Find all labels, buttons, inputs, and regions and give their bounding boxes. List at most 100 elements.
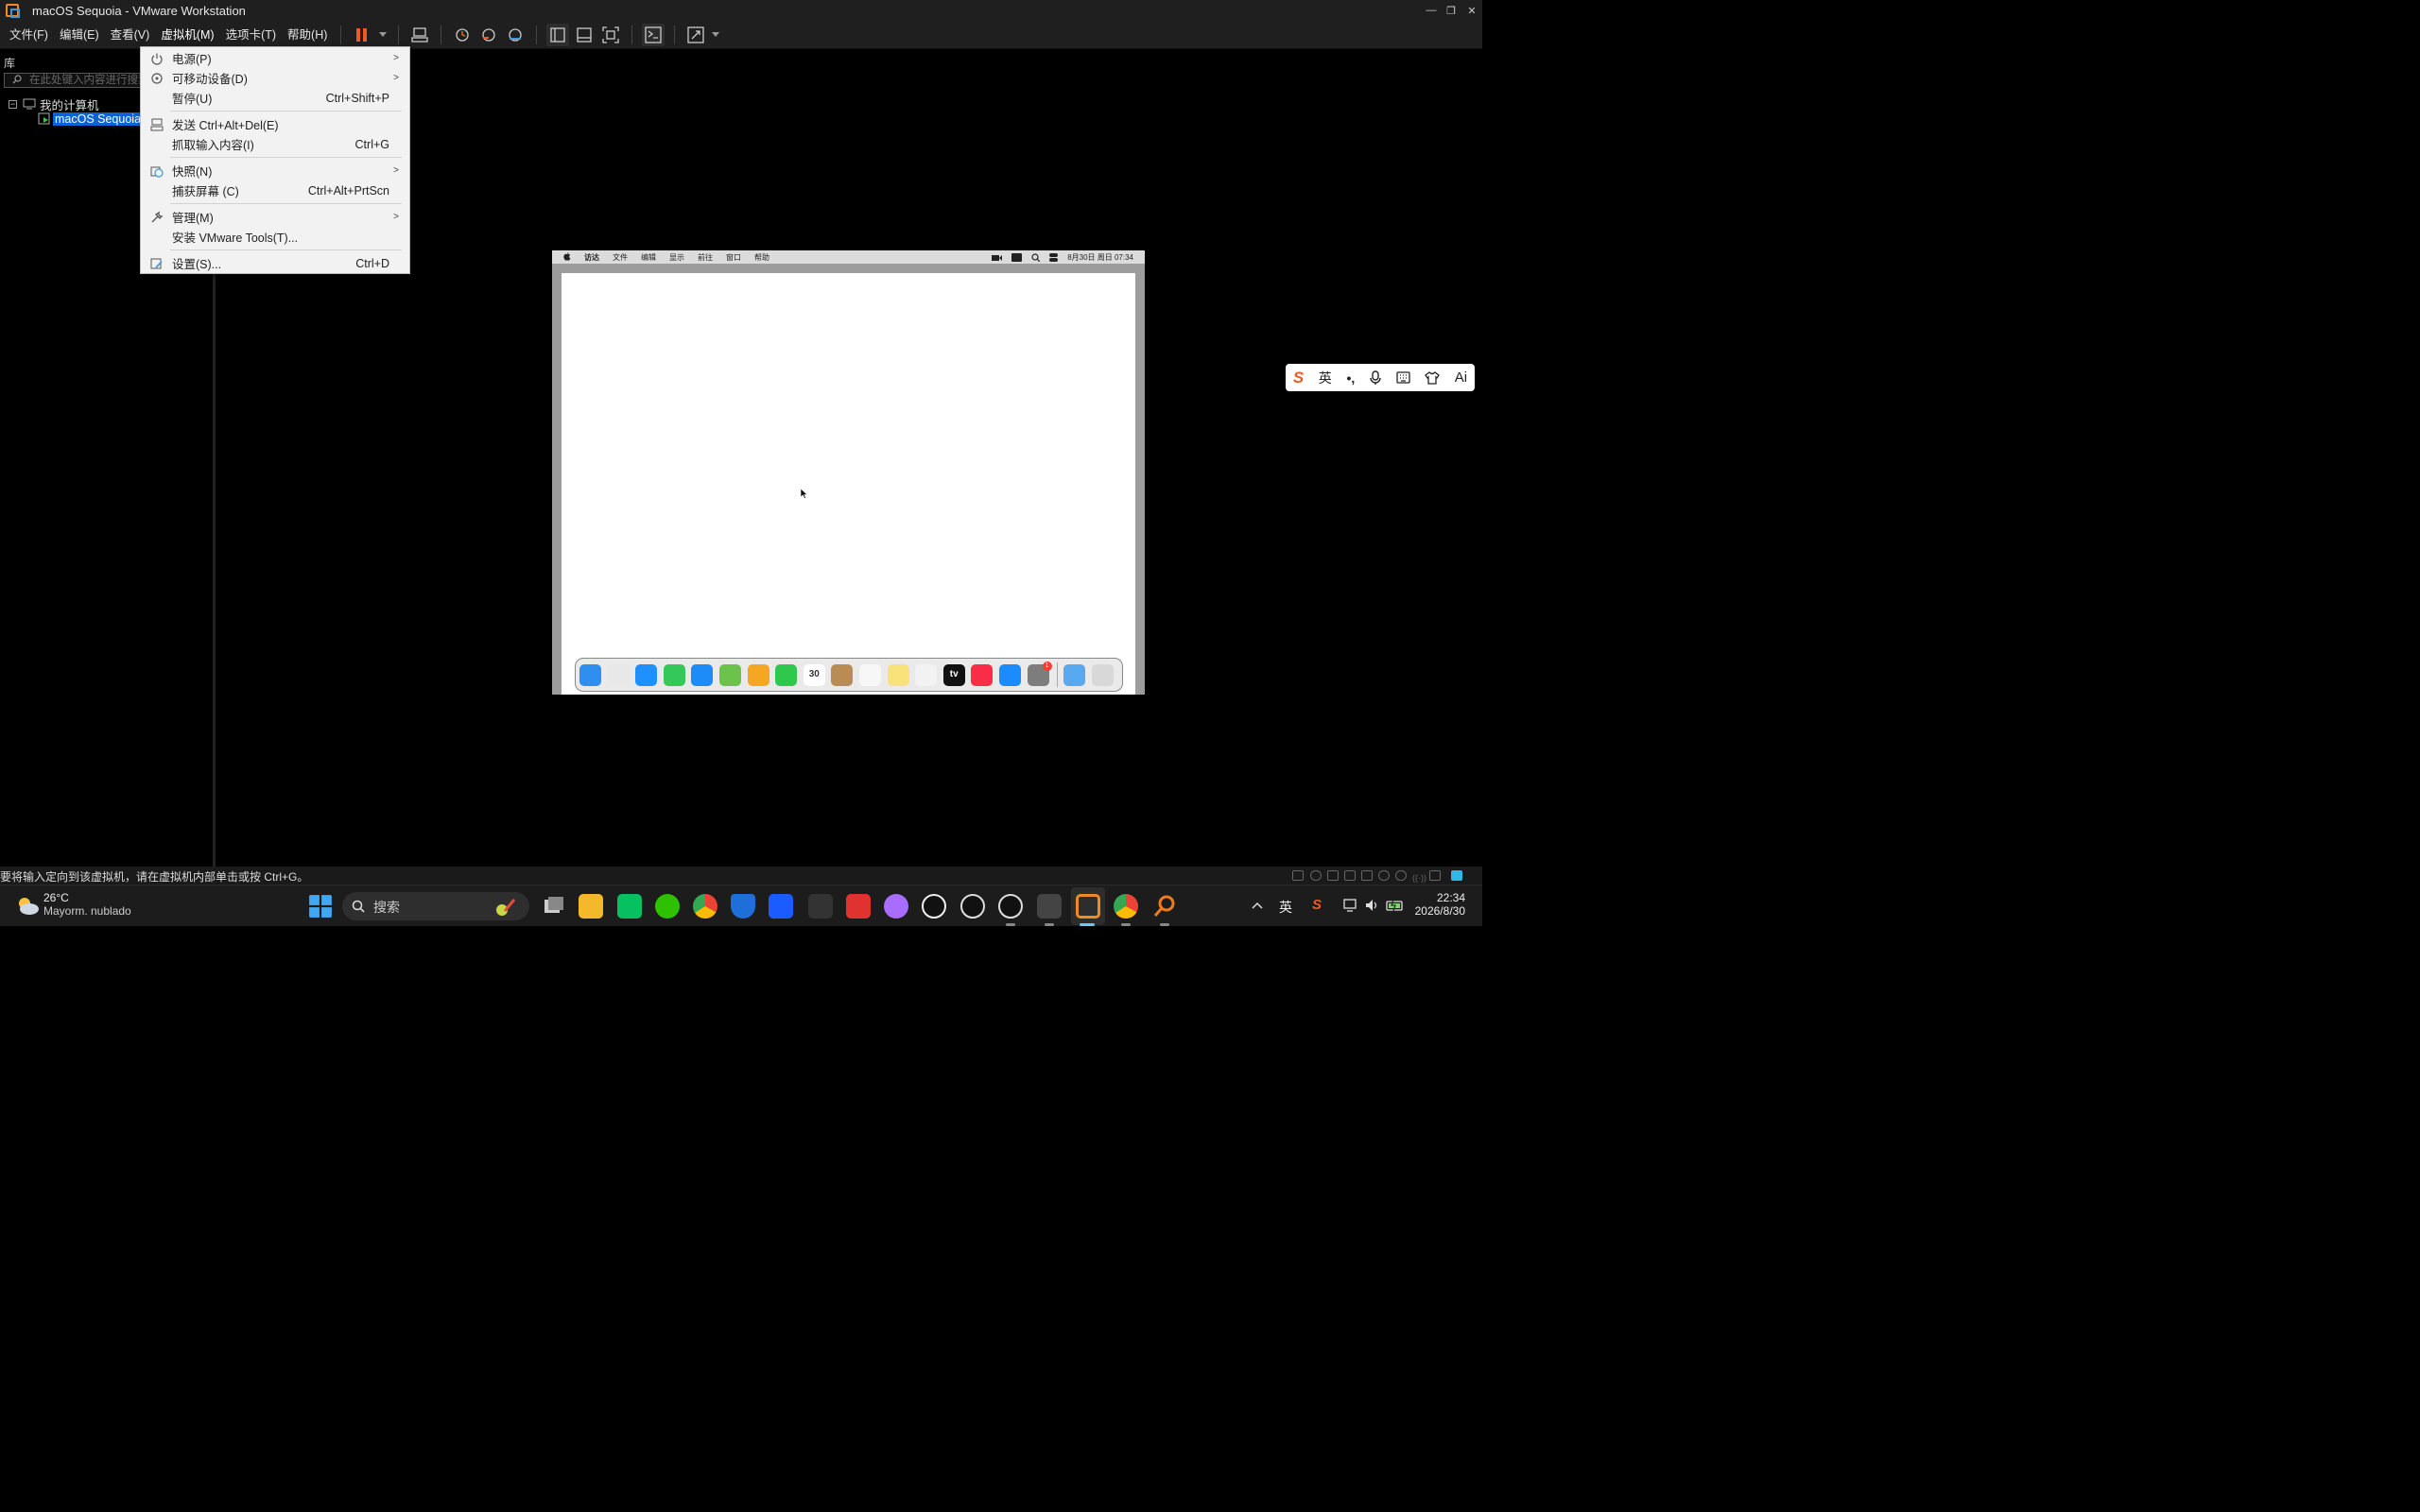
mac-menu-window[interactable]: 窗口 [726,252,741,263]
taskbar-search-box[interactable]: 搜索 [342,892,529,920]
chatgpt-alt-icon[interactable] [998,894,1023,919]
menu-tabs[interactable]: 选项卡(T) [220,24,282,46]
menu-edit[interactable]: 编辑(E) [54,24,105,46]
apple-menu-icon[interactable] [563,251,571,263]
downloads-folder-icon[interactable] [1063,663,1086,686]
mac-clock[interactable]: 8月30日 周日 07:34 [1067,252,1133,263]
messages-icon[interactable] [663,663,685,686]
volume-icon[interactable] [1365,899,1380,912]
tray-ime-language[interactable]: 英 [1279,898,1292,917]
dropdown-arrow-icon[interactable] [711,24,720,46]
minimize-button[interactable]: — [1421,0,1442,21]
facetime-icon[interactable] [775,663,798,686]
tree-item-macos-sequoia[interactable]: macOS Sequoia [38,112,144,127]
tree-item-my-computer[interactable]: − 我的计算机 [9,96,99,112]
menu-item-send-ctrl-alt-del[interactable]: 发送 Ctrl+Alt+Del(E) [141,114,409,134]
file-explorer-icon[interactable] [579,894,603,919]
feishu-icon[interactable] [769,894,793,919]
mac-menu-help[interactable]: 帮助 [754,252,769,263]
keyboard-icon[interactable] [1395,371,1410,384]
sogou-logo-icon[interactable]: S [1293,369,1304,387]
restore-button[interactable]: ❐ [1441,0,1461,21]
taskbar-clock[interactable]: 22:34 2026/8/30 [1415,891,1465,918]
message-log-icon[interactable] [1451,870,1462,881]
menu-item-removable-devices[interactable]: 可移动设备(D) > [141,68,409,88]
chatgpt-icon[interactable] [960,894,985,919]
spotlight-icon[interactable] [1031,253,1041,262]
mac-menu-file[interactable]: 文件 [613,252,628,263]
qq-icon[interactable] [922,894,946,919]
fullscreen-icon[interactable] [599,24,622,46]
task-view-icon[interactable] [542,894,566,919]
menu-item-grab-input[interactable]: 抓取输入内容(I) Ctrl+G [141,134,409,154]
freeform-icon[interactable] [915,663,938,686]
stretch-icon[interactable] [684,24,707,46]
menu-item-power[interactable]: 电源(P) > [141,48,409,68]
safari-icon[interactable] [635,663,658,686]
ai-icon[interactable]: Ai [1455,369,1467,386]
snapshot-take-icon[interactable] [451,24,474,46]
cd-dvd-icon[interactable] [1310,870,1322,881]
shield-app-icon[interactable] [731,894,755,919]
input-method-icon[interactable] [1011,253,1023,262]
network-icon[interactable] [1343,899,1358,912]
library-search-input[interactable]: 在此处键入内容进行搜索 [4,73,141,88]
vmware-icon[interactable] [1076,894,1100,919]
menu-item-pause[interactable]: 暂停(U) Ctrl+Shift+P [141,88,409,108]
battery-charging-icon[interactable] [1386,899,1405,912]
photos-icon[interactable] [747,663,769,686]
menu-item-capture-screen[interactable]: 捕获屏幕 (C) Ctrl+Alt+PrtScn [141,180,409,200]
display-icon[interactable] [1429,870,1441,881]
sound-card-icon[interactable] [1361,870,1373,881]
chrome-profile-icon[interactable] [1114,894,1138,919]
calendar-icon[interactable]: 30 [803,663,825,686]
mac-menu-go[interactable]: 前往 [698,252,713,263]
menu-item-manage[interactable]: 管理(M) > [141,207,409,227]
control-center-icon[interactable] [1049,253,1059,262]
mac-menu-view[interactable]: 显示 [669,252,684,263]
maps-icon[interactable] [718,663,741,686]
app-store-icon[interactable] [998,663,1021,686]
snapshot-manager-icon[interactable] [504,24,527,46]
show-library-icon[interactable] [546,23,570,46]
music-icon[interactable] [971,663,994,686]
trash-icon[interactable] [1091,663,1114,686]
apple-tv-icon[interactable]: tv [942,663,965,686]
network-adapter-icon[interactable] [1327,870,1339,881]
box-app-icon[interactable] [1037,894,1062,919]
hard-disk-icon[interactable] [1292,870,1304,881]
microphone-icon[interactable] [1370,369,1381,386]
usb-controller-icon[interactable] [1344,870,1356,881]
menu-item-snapshot[interactable]: 快照(N) > [141,161,409,180]
menu-file[interactable]: 文件(F) [4,24,54,46]
wechat-work-icon[interactable] [617,894,642,919]
send-ctrl-alt-del-icon[interactable] [408,24,431,46]
bluetooth-icon[interactable] [1395,870,1407,881]
unity-icon[interactable] [808,894,833,919]
search-tool-icon[interactable] [1152,894,1177,919]
system-settings-icon[interactable]: 1 [1027,661,1052,686]
collapse-toggle[interactable]: − [9,99,17,109]
menu-vm[interactable]: 虚拟机(M) [155,23,220,46]
menu-item-settings[interactable]: 设置(S)... Ctrl+D [141,253,409,273]
weather-widget[interactable]: 26°C Mayorm. nublado [43,891,131,918]
chevron-up-icon[interactable] [1252,902,1263,909]
skin-icon[interactable] [1425,370,1441,385]
notes-icon[interactable] [887,663,909,686]
pause-icon[interactable] [351,24,373,46]
guest-screen[interactable]: 访达 文件 编辑 显示 前往 窗口 帮助 8月30日 周日 07:34 30 tv… [552,250,1145,695]
wireless-icon[interactable]: ((·)) [1412,870,1426,883]
close-button[interactable]: ✕ [1461,0,1482,21]
reminders-icon[interactable] [858,663,881,686]
show-thumbnail-icon[interactable] [573,24,596,46]
launchpad-icon[interactable] [607,663,630,686]
cat-app-icon[interactable] [884,894,908,919]
finder-icon[interactable] [579,663,601,686]
menu-help[interactable]: 帮助(H) [282,24,333,46]
ime-language-toggle[interactable]: 英 [1319,369,1332,387]
menu-item-install-vmware-tools[interactable]: 安装 VMware Tools(T)... [141,227,409,247]
contacts-icon[interactable] [831,663,854,686]
tray-sogou-icon[interactable]: S [1312,897,1322,913]
screen-record-icon[interactable] [992,254,1003,262]
start-icon[interactable] [308,894,333,919]
